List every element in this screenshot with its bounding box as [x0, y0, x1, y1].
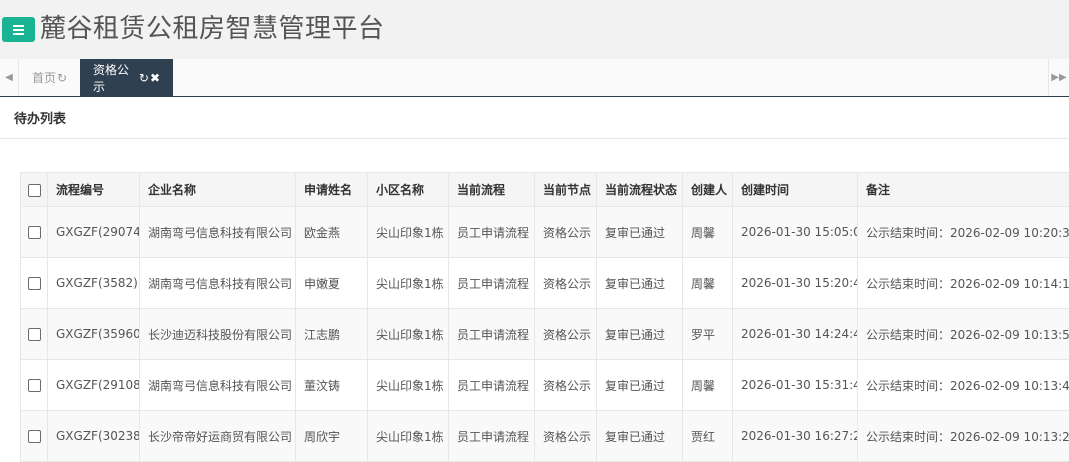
row-checkbox[interactable]: [28, 430, 41, 443]
table-cell: 周馨: [683, 258, 733, 309]
table-cell: 湖南弯弓信息科技有限公司: [140, 360, 296, 411]
table-cell: 公示结束时间：2026-02-09 10:14:15: [858, 258, 1069, 309]
table-cell: 长沙迪迈科技股份有限公司: [140, 309, 296, 360]
table-cell: 复审已通过: [597, 360, 683, 411]
tab-scroll-right-button[interactable]: ▶▶: [1048, 59, 1069, 96]
todo-table: 流程编号 企业名称 申请姓名 小区名称 当前流程 当前节点 当前流程状态 创建人…: [20, 172, 1069, 462]
tab-bar: ◀ 首页 ↻ 资格公示 ↻ ✖ ▶▶: [0, 59, 1069, 97]
table-header-row: 流程编号 企业名称 申请姓名 小区名称 当前流程 当前节点 当前流程状态 创建人…: [21, 173, 1069, 207]
table-cell: 员工申请流程: [449, 411, 535, 462]
close-icon[interactable]: ✖: [150, 71, 160, 85]
tab-qualification-notice[interactable]: 资格公示 ↻ ✖: [80, 59, 173, 96]
table-cell: 尖山印象1栋: [368, 360, 449, 411]
table-cell: 复审已通过: [597, 411, 683, 462]
column-header[interactable]: 流程编号: [48, 173, 140, 207]
hamburger-icon: [13, 29, 24, 31]
row-checkbox[interactable]: [28, 379, 41, 392]
table-cell: GXGZF(30238): [48, 411, 140, 462]
tab-label: 资格公示: [93, 61, 138, 95]
table-cell: 湖南弯弓信息科技有限公司: [140, 258, 296, 309]
table-cell: 欧金燕: [296, 207, 368, 258]
column-header[interactable]: 创建人: [683, 173, 733, 207]
table-cell: 资格公示: [535, 207, 597, 258]
table-row[interactable]: GXGZF(30238) 长沙帝帝好运商贸有限公司 周欣宇 尖山印象1栋 员工申…: [21, 411, 1069, 462]
table-cell: 周欣宇: [296, 411, 368, 462]
column-header[interactable]: 当前流程: [449, 173, 535, 207]
table-cell: 2026-01-30 15:05:07: [733, 207, 858, 258]
table-cell: 2026-01-30 15:20:42: [733, 258, 858, 309]
table-row[interactable]: GXGZF(29108) 湖南弯弓信息科技有限公司 董汶铸 尖山印象1栋 员工申…: [21, 360, 1069, 411]
table-cell: 湖南弯弓信息科技有限公司: [140, 207, 296, 258]
table-cell: 员工申请流程: [449, 258, 535, 309]
table-cell: 周馨: [683, 207, 733, 258]
table-row[interactable]: GXGZF(35960) 长沙迪迈科技股份有限公司 江志鹏 尖山印象1栋 员工申…: [21, 309, 1069, 360]
table-cell: 员工申请流程: [449, 207, 535, 258]
column-header[interactable]: 备注: [858, 173, 1069, 207]
table-cell: 员工申请流程: [449, 309, 535, 360]
column-header[interactable]: 小区名称: [368, 173, 449, 207]
table-cell: 尖山印象1栋: [368, 309, 449, 360]
table-cell: 申嫩夏: [296, 258, 368, 309]
tab-home[interactable]: 首页 ↻: [20, 59, 79, 96]
refresh-icon[interactable]: ↻: [139, 71, 149, 85]
table-cell: 尖山印象1栋: [368, 207, 449, 258]
table-cell: 2026-01-30 16:27:28: [733, 411, 858, 462]
table-cell: 董汶铸: [296, 360, 368, 411]
table-cell: 2026-01-30 14:24:40: [733, 309, 858, 360]
row-checkbox-cell: [21, 207, 48, 258]
row-checkbox-cell: [21, 360, 48, 411]
row-checkbox-cell: [21, 258, 48, 309]
table-cell: 尖山印象1栋: [368, 258, 449, 309]
table-cell: GXGZF(29074): [48, 207, 140, 258]
table-cell: 罗平: [683, 309, 733, 360]
backward-icon: ◀: [5, 72, 13, 83]
table-cell: 资格公示: [535, 258, 597, 309]
table-cell: 公示结束时间：2026-02-09 10:13:57: [858, 309, 1069, 360]
refresh-icon[interactable]: ↻: [57, 71, 67, 85]
table-cell: 周馨: [683, 360, 733, 411]
column-header[interactable]: 当前流程状态: [597, 173, 683, 207]
column-header[interactable]: 申请姓名: [296, 173, 368, 207]
app-header: 麓谷租赁公租房智慧管理平台: [0, 0, 1069, 60]
table-cell: 员工申请流程: [449, 360, 535, 411]
table-cell: 尖山印象1栋: [368, 411, 449, 462]
table-cell: 公示结束时间：2026-02-09 10:13:25: [858, 411, 1069, 462]
table-row[interactable]: GXGZF(3582) 湖南弯弓信息科技有限公司 申嫩夏 尖山印象1栋 员工申请…: [21, 258, 1069, 309]
forward-icon: ▶▶: [1051, 72, 1066, 83]
table-cell: GXGZF(29108): [48, 360, 140, 411]
table-cell: GXGZF(3582): [48, 258, 140, 309]
app-title: 麓谷租赁公租房智慧管理平台: [40, 12, 385, 46]
table-cell: 公示结束时间：2026-02-09 10:13:40: [858, 360, 1069, 411]
tab-label: 首页: [32, 69, 56, 86]
table-cell: 江志鹏: [296, 309, 368, 360]
tab-scroll-left-button[interactable]: ◀: [0, 59, 19, 96]
row-checkbox-cell: [21, 411, 48, 462]
row-checkbox[interactable]: [28, 277, 41, 290]
table-cell: 资格公示: [535, 360, 597, 411]
table-cell: 复审已通过: [597, 309, 683, 360]
panel-title: 待办列表: [14, 108, 66, 127]
table-cell: 2026-01-30 15:31:41: [733, 360, 858, 411]
select-all-checkbox-cell: [21, 173, 48, 207]
row-checkbox[interactable]: [28, 226, 41, 239]
table-cell: 复审已通过: [597, 207, 683, 258]
table-row[interactable]: GXGZF(29074) 湖南弯弓信息科技有限公司 欧金燕 尖山印象1栋 员工申…: [21, 207, 1069, 258]
row-checkbox[interactable]: [28, 328, 41, 341]
table-cell: 资格公示: [535, 309, 597, 360]
table-cell: GXGZF(35960): [48, 309, 140, 360]
select-all-checkbox[interactable]: [28, 184, 41, 197]
column-header[interactable]: 创建时间: [733, 173, 858, 207]
panel-divider: [0, 138, 1069, 139]
column-header[interactable]: 当前节点: [535, 173, 597, 207]
row-checkbox-cell: [21, 309, 48, 360]
table-cell: 公示结束时间：2026-02-09 10:20:36: [858, 207, 1069, 258]
table-cell: 贾红: [683, 411, 733, 462]
table-cell: 复审已通过: [597, 258, 683, 309]
table-cell: 长沙帝帝好运商贸有限公司: [140, 411, 296, 462]
table-cell: 资格公示: [535, 411, 597, 462]
column-header[interactable]: 企业名称: [140, 173, 296, 207]
menu-toggle-button[interactable]: [2, 17, 35, 42]
